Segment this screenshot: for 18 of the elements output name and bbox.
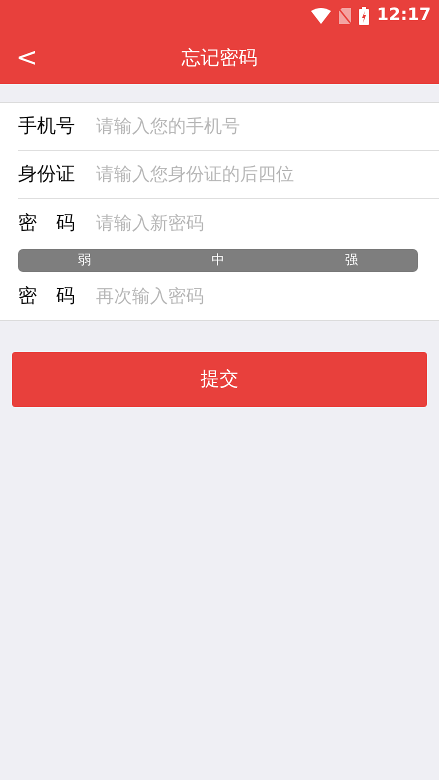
- field-label: 身份证: [18, 162, 76, 188]
- strength-level: 中: [210, 252, 226, 270]
- strength-level: 强: [344, 252, 359, 270]
- field-label: 密 码: [18, 210, 76, 236]
- no-sim-icon: [338, 8, 351, 24]
- input-field[interactable]: 请输入新密码: [96, 210, 439, 236]
- strength-level: 弱: [77, 252, 92, 270]
- submit-button[interactable]: 提交: [12, 352, 427, 407]
- page-title: 忘记密码: [182, 46, 258, 71]
- input-field[interactable]: 请输入您的手机号: [96, 113, 439, 140]
- input-field[interactable]: 请输入您身份证的后四位: [96, 161, 439, 188]
- field-label: 手机号: [18, 114, 76, 140]
- wifi-icon: [310, 8, 331, 24]
- battery-icon: [358, 7, 369, 25]
- back-button[interactable]: <: [0, 45, 50, 71]
- input-field[interactable]: 再次输入密码: [96, 282, 439, 310]
- field-label: 密 码: [18, 284, 76, 309]
- status-time: 12:17: [376, 4, 431, 28]
